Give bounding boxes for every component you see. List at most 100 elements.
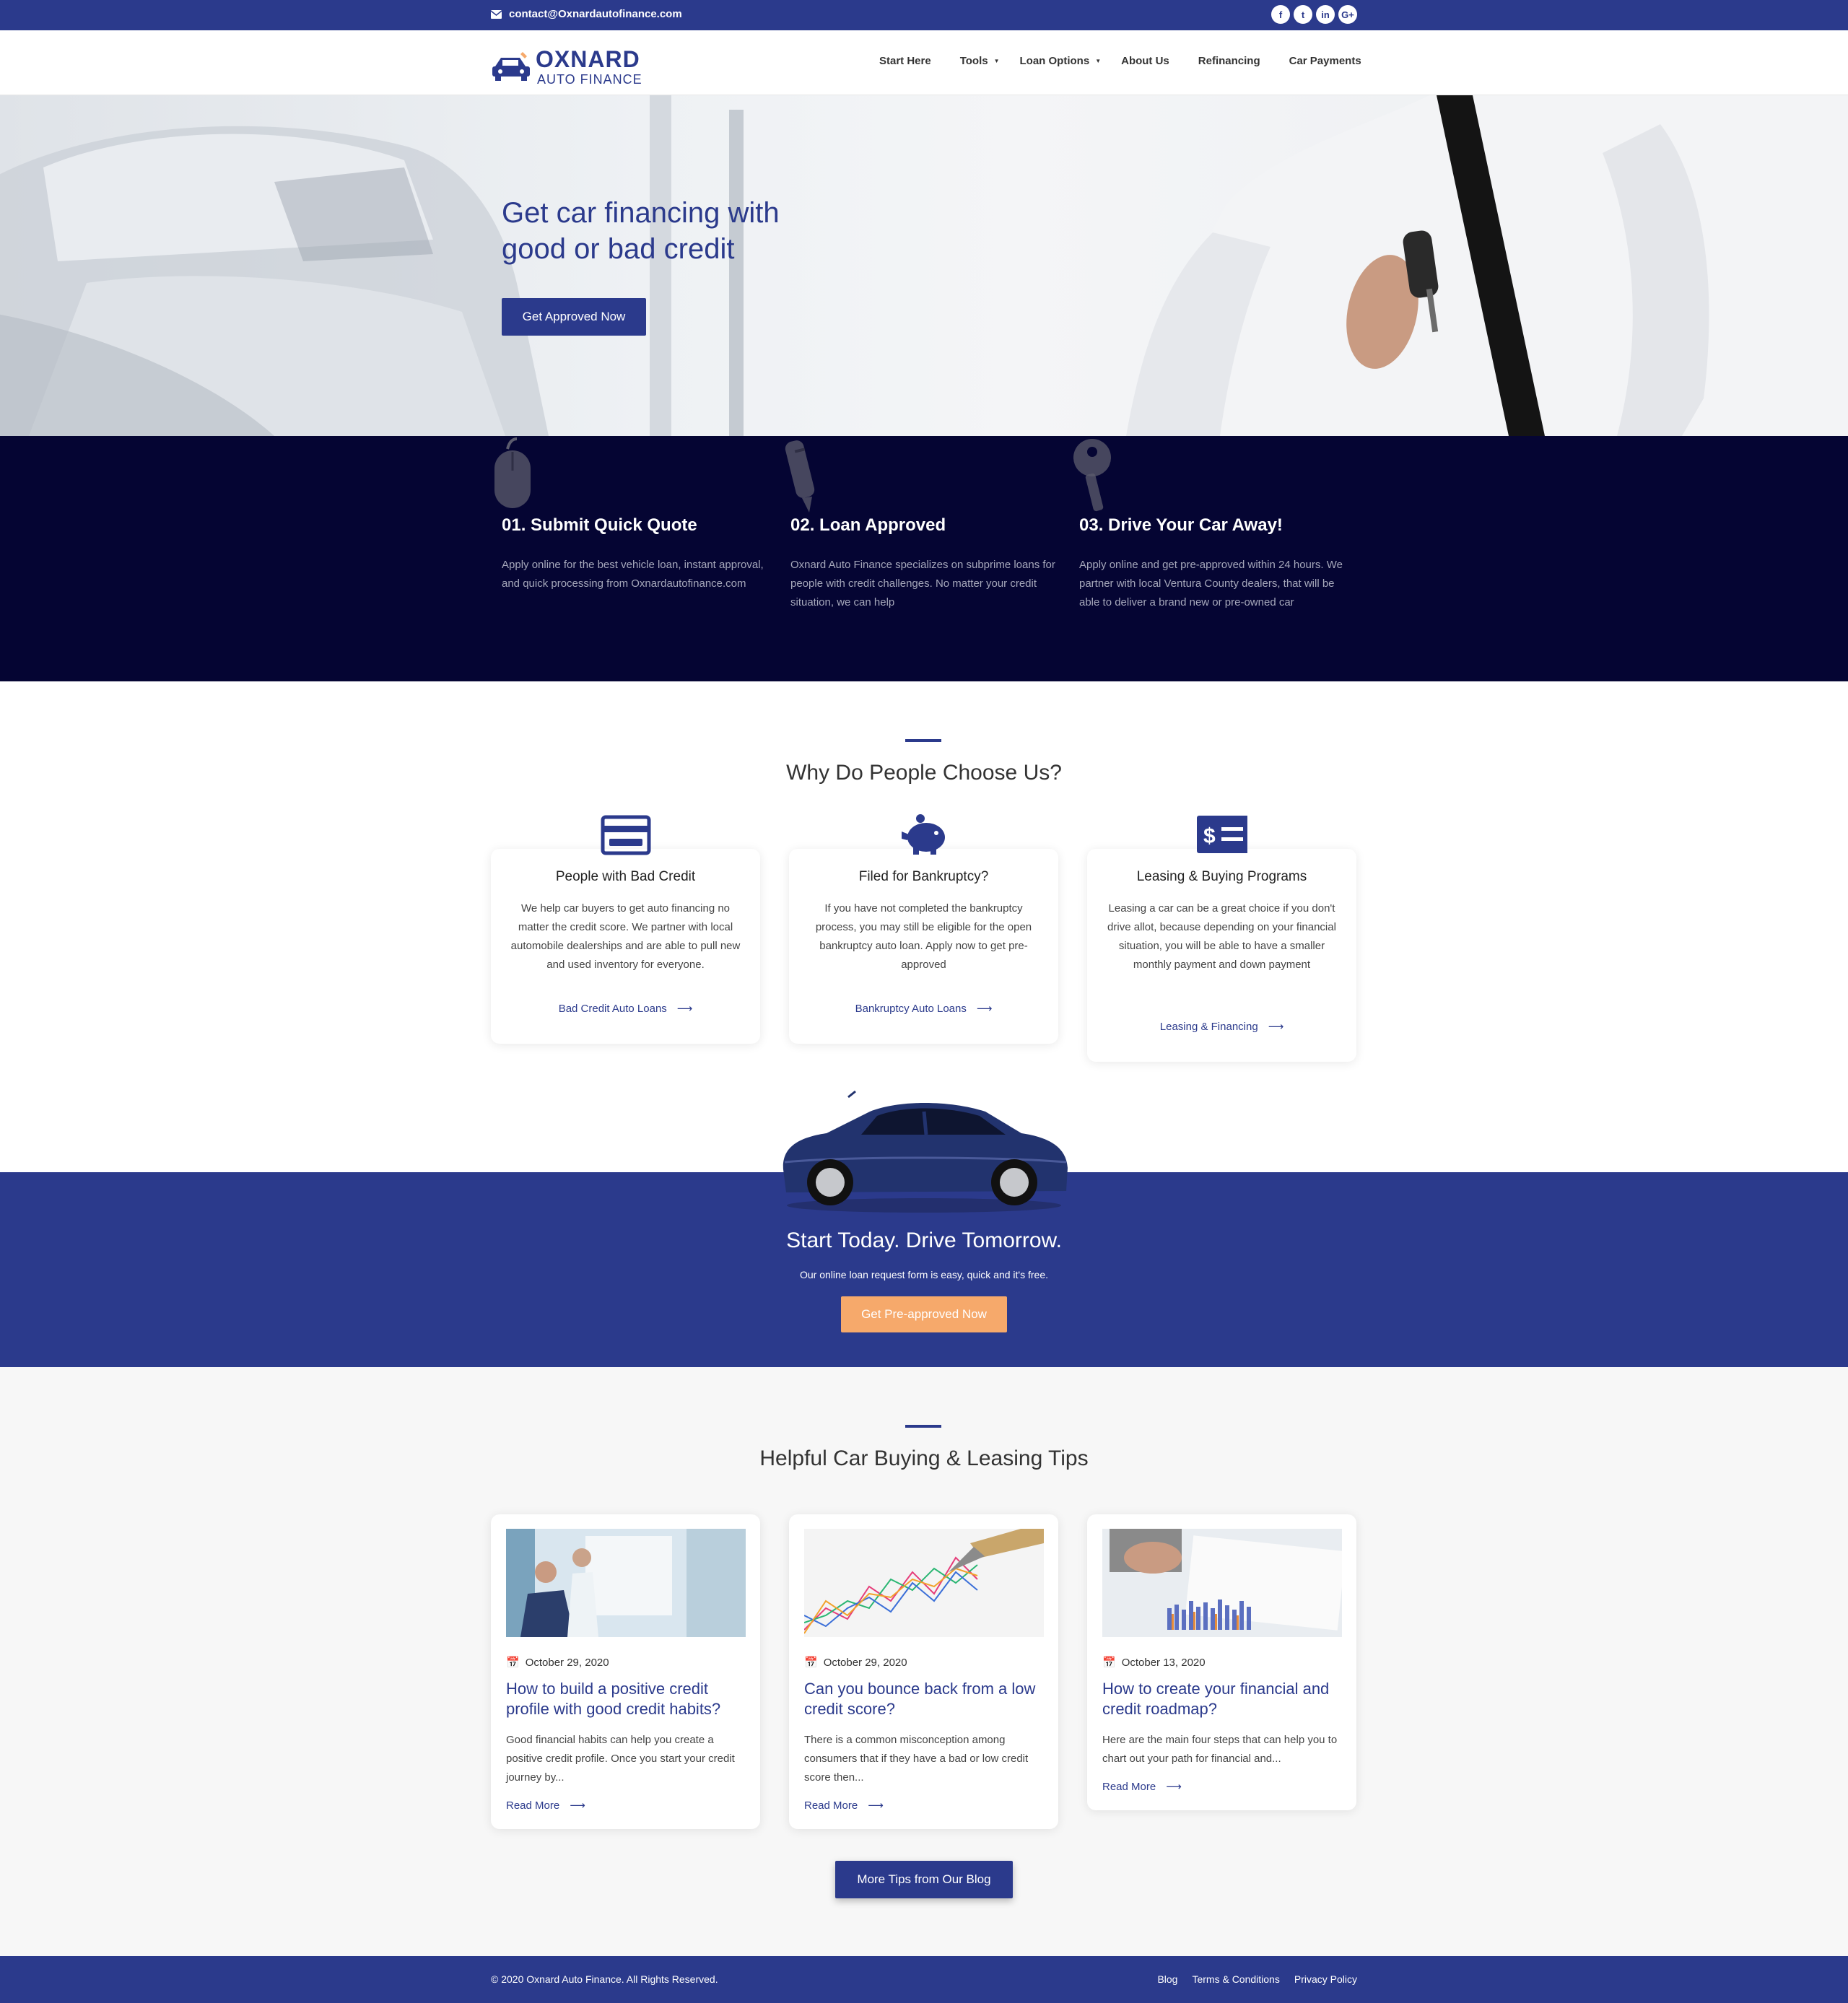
calendar-icon: 📅 xyxy=(1102,1657,1116,1669)
feature-title: Leasing & Buying Programs xyxy=(1136,869,1307,884)
linkedin-icon[interactable]: in xyxy=(1316,5,1335,24)
blog-card: 📅 October 29, 2020 How to build a positiv… xyxy=(491,1514,760,1829)
footer-link-terms[interactable]: Terms & Conditions xyxy=(1192,1973,1279,1985)
step-text: Oxnard Auto Finance specializes on subpr… xyxy=(790,559,1055,608)
footer-link-blog[interactable]: Blog xyxy=(1157,1973,1177,1985)
nav-label: Start Here xyxy=(879,55,931,67)
banner-heading: Start Today. Drive Tomorrow. xyxy=(786,1229,1062,1252)
get-preapproved-button[interactable]: Get Pre-approved Now xyxy=(841,1296,1007,1332)
footer-link-privacy[interactable]: Privacy Policy xyxy=(1294,1973,1357,1985)
stock-chart-photo xyxy=(804,1529,1044,1637)
section-divider xyxy=(905,739,941,742)
more-tips-button[interactable]: More Tips from Our Blog xyxy=(835,1861,1013,1898)
hero-title: Get car financing with good or bad credi… xyxy=(502,197,780,265)
top-bar: contact@Oxnardautofinance.com f t in G+ xyxy=(0,0,1848,30)
step-card: 03. Drive Your Car Away! Apply online an… xyxy=(1073,436,1346,608)
post-date: 📅 October 29, 2020 xyxy=(506,1656,609,1670)
read-more-link[interactable]: Read More ⟶ xyxy=(804,1799,884,1812)
arrow-right-icon: ⟶ xyxy=(1166,1781,1182,1793)
key-icon xyxy=(1073,439,1111,512)
feature-title: Filed for Bankruptcy? xyxy=(858,869,989,884)
feature-text: We help car buyers to get auto financing… xyxy=(510,902,741,971)
section-heading: Why Do People Choose Us? xyxy=(786,761,1062,785)
social-links: f t in G+ xyxy=(1271,5,1357,24)
date-text: October 29, 2020 xyxy=(823,1656,907,1669)
nav-car-payments[interactable]: Car Payments xyxy=(1289,55,1361,67)
financial-report-photo xyxy=(1102,1529,1342,1637)
blog-card: 📅 October 29, 2020 Can you bounce back fr… xyxy=(789,1514,1058,1829)
feature-title: People with Bad Credit xyxy=(555,869,696,884)
hero-background-image xyxy=(0,95,1848,436)
arrow-right-icon: ⟶ xyxy=(676,1003,693,1015)
link-label: Bankruptcy Auto Loans xyxy=(855,1002,967,1015)
leasing-financing-link[interactable]: Leasing & Financing ⟶ xyxy=(1087,1020,1356,1034)
post-title-link[interactable]: How to build a positive credit profile w… xyxy=(506,1679,748,1719)
car-logo-icon xyxy=(492,52,530,81)
step-title: 01. Submit Quick Quote xyxy=(502,515,697,535)
nav-label: Car Payments xyxy=(1289,55,1361,67)
envelope-icon xyxy=(491,9,502,19)
site-header: OXNARD AUTO FINANCE Start Here Tools ▼ Lo… xyxy=(0,30,1848,95)
step-text: Apply online for the best vehicle loan, … xyxy=(502,559,764,590)
bankruptcy-loans-link[interactable]: Bankruptcy Auto Loans ⟶ xyxy=(789,1002,1058,1016)
money-check-icon: $ xyxy=(1197,816,1247,853)
nav-refinancing[interactable]: Refinancing xyxy=(1198,55,1260,67)
link-label: Leasing & Financing xyxy=(1159,1020,1258,1033)
steps-section: 01. Submit Quick Quote Apply online for … xyxy=(0,436,1848,681)
post-excerpt: Good financial habits can help you creat… xyxy=(506,1734,735,1784)
step-title: 03. Drive Your Car Away! xyxy=(1079,515,1283,535)
step-text: Apply online and get pre-approved within… xyxy=(1079,559,1343,608)
logo-subtitle: AUTO FINANCE xyxy=(537,72,642,87)
date-text: October 13, 2020 xyxy=(1121,1656,1206,1669)
blue-sedan-image xyxy=(783,1090,1068,1213)
credit-card-icon xyxy=(601,815,651,855)
get-approved-button[interactable]: Get Approved Now xyxy=(502,298,646,336)
nav-loan-options[interactable]: Loan Options ▼ xyxy=(1020,55,1102,67)
nav-label: Refinancing xyxy=(1198,55,1260,67)
copyright-text: © 2020 Oxnard Auto Finance. All Rights R… xyxy=(491,1973,718,1985)
arrow-right-icon: ⟶ xyxy=(868,1799,884,1812)
logo-title: OXNARD xyxy=(536,46,640,72)
nav-tools[interactable]: Tools ▼ xyxy=(960,55,1000,67)
meeting-photo xyxy=(506,1529,746,1637)
bad-credit-loans-link[interactable]: Bad Credit Auto Loans ⟶ xyxy=(491,1002,760,1016)
site-logo[interactable]: OXNARD AUTO FINANCE xyxy=(491,45,653,87)
piggy-bank-icon xyxy=(902,814,945,855)
blog-thumbnail[interactable] xyxy=(804,1529,1044,1637)
arrow-right-icon: ⟶ xyxy=(570,1799,585,1812)
feature-text: If you have not completed the bankruptcy… xyxy=(815,902,1032,971)
feature-card: Filed for Bankruptcy? If you have not co… xyxy=(789,814,1058,1044)
nav-label: Tools xyxy=(959,55,988,67)
read-more-link[interactable]: Read More ⟶ xyxy=(1102,1780,1182,1794)
nav-about-us[interactable]: About Us xyxy=(1121,55,1169,67)
hero-banner: Get car financing with good or bad credi… xyxy=(0,95,1848,436)
arrow-right-icon: ⟶ xyxy=(976,1003,993,1015)
blog-thumbnail[interactable] xyxy=(506,1529,746,1637)
calendar-icon: 📅 xyxy=(506,1657,520,1669)
google-plus-icon[interactable]: G+ xyxy=(1338,5,1357,24)
post-excerpt: Here are the main four steps that can he… xyxy=(1102,1734,1338,1765)
read-more-link[interactable]: Read More ⟶ xyxy=(506,1799,585,1812)
post-date: 📅 October 13, 2020 xyxy=(1102,1656,1206,1670)
banner-subtext: Our online loan request form is easy, qu… xyxy=(799,1269,1049,1280)
nav-label: About Us xyxy=(1121,55,1169,67)
read-more-label: Read More xyxy=(1102,1780,1156,1793)
step-card: 02. Loan Approved Oxnard Auto Finance sp… xyxy=(785,436,1058,608)
nav-start-here[interactable]: Start Here xyxy=(879,55,931,67)
contact-email-link[interactable]: contact@Oxnardautofinance.com xyxy=(491,8,682,20)
footer-links: Blog Terms & Conditions Privacy Policy xyxy=(1157,1973,1357,1985)
post-excerpt: There is a common misconception among co… xyxy=(804,1734,1029,1784)
caret-down-icon: ▼ xyxy=(993,58,1000,64)
arrow-right-icon: ⟶ xyxy=(1268,1021,1284,1033)
post-title-link[interactable]: How to create your financial and credit … xyxy=(1102,1679,1344,1719)
post-title-link[interactable]: Can you bounce back from a low credit sc… xyxy=(804,1679,1046,1719)
pen-icon xyxy=(785,440,815,512)
read-more-label: Read More xyxy=(506,1799,560,1812)
main-nav: Start Here Tools ▼ Loan Options ▼ About Us… xyxy=(879,55,1361,67)
facebook-icon[interactable]: f xyxy=(1271,5,1290,24)
section-divider xyxy=(905,1425,941,1428)
link-label: Bad Credit Auto Loans xyxy=(558,1002,667,1015)
blog-thumbnail[interactable] xyxy=(1102,1529,1342,1637)
twitter-icon[interactable]: t xyxy=(1294,5,1312,24)
date-text: October 29, 2020 xyxy=(525,1656,609,1669)
